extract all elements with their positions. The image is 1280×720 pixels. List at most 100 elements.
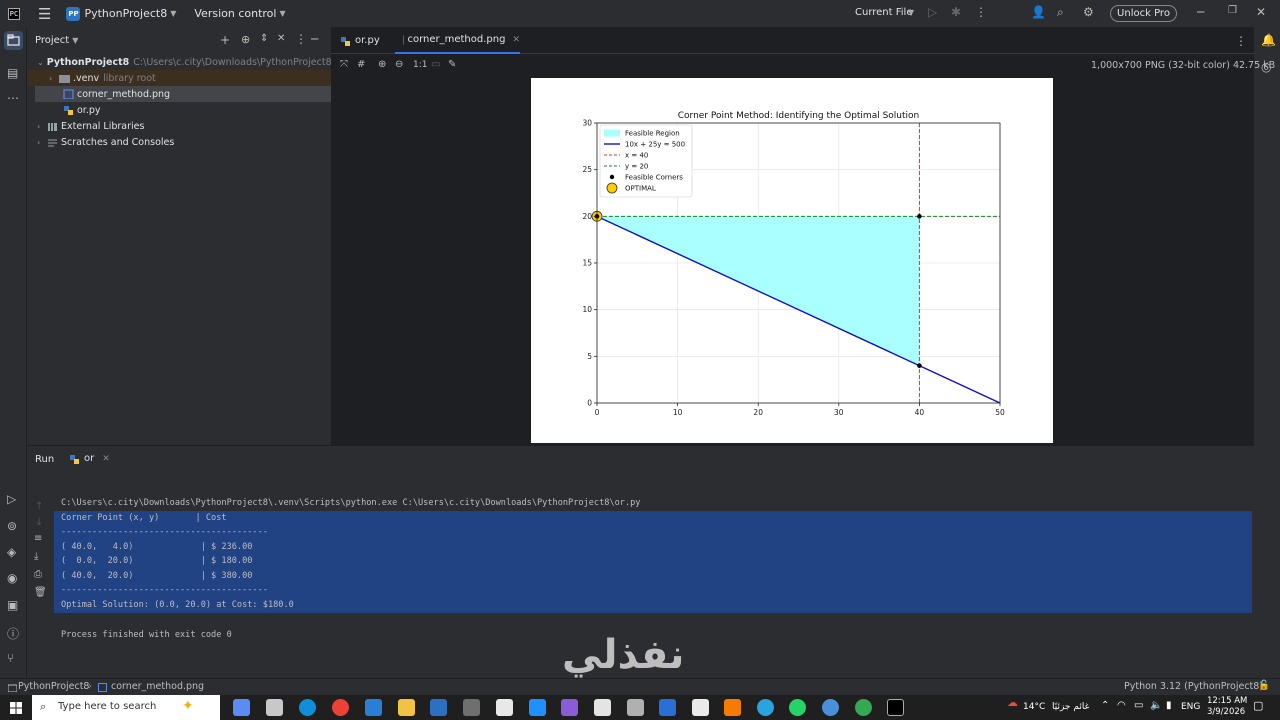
taskbar-search-box[interactable]: ⌕ Type here to search ✦ [32, 695, 220, 720]
grid-icon[interactable]: # [357, 59, 365, 70]
run-tool-icon[interactable]: ▷ [7, 492, 16, 506]
notification-center-icon[interactable]: ▢ [1253, 699, 1263, 712]
calculator-icon[interactable] [266, 699, 283, 716]
terminal-icon[interactable]: ▣ [7, 598, 18, 612]
tree-item-or-py[interactable]: or.py [27, 102, 331, 118]
run-config-selector[interactable]: Current File [855, 7, 912, 18]
tree-item-venv[interactable]: › .venv library root [27, 70, 331, 86]
actual-size-button[interactable]: 1:1 [413, 60, 427, 70]
x-tick-label: 0 [595, 408, 600, 417]
debug-icon[interactable]: ✱ [951, 5, 961, 19]
edge-icon[interactable] [299, 699, 316, 716]
arrow-up-icon[interactable]: ↑ [35, 501, 43, 512]
yahoo-icon[interactable] [496, 699, 513, 716]
add-user-icon[interactable]: 👤 [1031, 5, 1046, 19]
layers-icon[interactable]: ◈ [7, 545, 16, 559]
file-explorer-icon[interactable] [398, 699, 415, 716]
store-icon[interactable] [430, 699, 447, 716]
tab-or-py[interactable]: or.py [340, 27, 380, 54]
tree-item-scratches[interactable]: › Scratches and Consoles [27, 134, 331, 150]
app-icon[interactable] [463, 699, 480, 716]
battery-icon[interactable]: ▮ [1166, 700, 1172, 711]
notes-icon[interactable] [594, 699, 611, 716]
vscode-icon[interactable] [529, 699, 546, 716]
app-icon[interactable] [822, 699, 839, 716]
hide-panel-icon[interactable]: ─ [311, 32, 318, 46]
wifi-icon[interactable]: ◠ [1117, 700, 1126, 711]
chrome-profile-icon[interactable] [855, 699, 872, 716]
tree-item-corner-method-png[interactable]: corner_method.png [35, 86, 331, 102]
maximize-icon[interactable]: ❐ [1228, 5, 1237, 16]
app-icon[interactable] [627, 699, 644, 716]
options-icon[interactable]: ⋮ [295, 32, 307, 46]
clock-time[interactable]: 12:15 AM [1207, 696, 1247, 706]
structure-icon[interactable]: ▤ [7, 66, 18, 80]
gear-icon[interactable]: ⚙ [1083, 5, 1094, 19]
tree-item-external-libraries[interactable]: › External Libraries [27, 118, 331, 134]
run-tab-or[interactable]: or ✕ [69, 453, 110, 464]
scroll-end-icon[interactable]: ⤓ [34, 551, 38, 562]
print-icon[interactable]: ⎙ [34, 569, 42, 580]
interpreter-selector[interactable]: Python 3.12 (PythonProject8) [1124, 681, 1263, 692]
problems-icon[interactable]: ⓘ [7, 625, 19, 642]
whatsapp-icon[interactable] [789, 699, 806, 716]
word-icon[interactable] [659, 699, 676, 716]
trash-icon[interactable]: 🗑 [34, 587, 47, 598]
chrome-icon[interactable] [332, 699, 349, 716]
breadcrumb-project[interactable]: PythonProject8 [18, 681, 89, 692]
search-icon[interactable]: ⌕ [1057, 5, 1064, 20]
project-selector[interactable]: PythonProject8 [84, 7, 167, 20]
close-tab-icon[interactable]: ✕ [512, 35, 520, 45]
close-icon[interactable]: ✕ [1256, 5, 1266, 19]
soft-wrap-icon[interactable]: ≡ [34, 533, 42, 544]
project-badge[interactable]: PP [66, 6, 81, 21]
background-icon[interactable]: ▭ [431, 59, 440, 70]
telegram-icon[interactable] [757, 699, 774, 716]
collapse-all-icon[interactable]: ✕ [277, 33, 285, 44]
volume-icon[interactable]: 🔈 [1150, 700, 1162, 711]
services-icon[interactable]: ◉ [7, 571, 17, 585]
lock-icon[interactable]: 🔓 [1258, 680, 1270, 691]
network-icon[interactable]: ▭ [1134, 700, 1143, 711]
new-file-icon[interactable]: + [220, 33, 230, 47]
tree-item-project-root[interactable]: ⌄ PythonProject8 C:\Users\c.city\Downloa… [27, 54, 332, 70]
vcs-selector[interactable]: Version control [194, 7, 276, 20]
main-menu-icon[interactable]: ☰ [38, 5, 51, 23]
vlc-icon[interactable] [724, 699, 741, 716]
zoom-out-icon[interactable]: ⊖ [395, 59, 403, 70]
weather-text[interactable]: غائم جزئيًا [1052, 702, 1089, 712]
image-viewer-toolbar: ⤧ # ⊕ ⊖ 1:1 ▭ ✎ 1,000x700 PNG (32-bit co… [331, 54, 1275, 78]
notifications-icon[interactable]: 🔔 [1261, 33, 1276, 47]
fit-icon[interactable]: ⤧ [340, 59, 348, 70]
project-panel-title[interactable]: Project [35, 35, 69, 46]
more-tools-icon[interactable]: ⋯ [7, 91, 19, 105]
expand-all-icon[interactable]: ⇕ [260, 33, 268, 44]
zoom-in-icon[interactable]: ⊕ [378, 59, 386, 70]
tab-options-icon[interactable]: ⋮ [1235, 34, 1247, 48]
minimize-icon[interactable]: ─ [1197, 5, 1204, 19]
app-icon[interactable] [692, 699, 709, 716]
unlock-pro-button[interactable]: Unlock Pro [1110, 5, 1177, 22]
arrow-down-icon[interactable]: ↓ [35, 517, 43, 528]
clock-date[interactable]: 3/9/2026 [1207, 707, 1245, 717]
breadcrumb-file[interactable]: corner_method.png [111, 681, 204, 692]
windows-start-icon[interactable] [10, 702, 22, 714]
tab-corner-method-png[interactable]: corner_method.png ✕ [395, 27, 520, 54]
close-tab-icon[interactable]: ✕ [102, 454, 110, 464]
locate-icon[interactable]: ⊕ [241, 33, 250, 46]
run-icon[interactable]: ▷ [928, 5, 937, 19]
pycharm-taskbar-icon[interactable] [887, 699, 904, 716]
chevron-up-icon[interactable]: ⌃ [1101, 700, 1109, 711]
python-packages-icon[interactable]: ⊚ [7, 519, 17, 533]
weather-temp[interactable]: 14°C [1023, 702, 1045, 712]
more-icon[interactable]: ⋮ [975, 5, 987, 19]
color-picker-icon[interactable]: ✎ [448, 59, 456, 70]
remote-icon[interactable] [365, 699, 382, 716]
visual-studio-icon[interactable] [561, 699, 578, 716]
input-language[interactable]: ENG [1181, 702, 1200, 712]
copilot-icon[interactable] [233, 699, 250, 716]
breadcrumb-separator-icon: › [88, 681, 92, 692]
project-tool-button[interactable] [4, 31, 23, 50]
x-tick-label: 40 [915, 408, 925, 417]
git-icon[interactable]: ⑂ [7, 651, 14, 665]
